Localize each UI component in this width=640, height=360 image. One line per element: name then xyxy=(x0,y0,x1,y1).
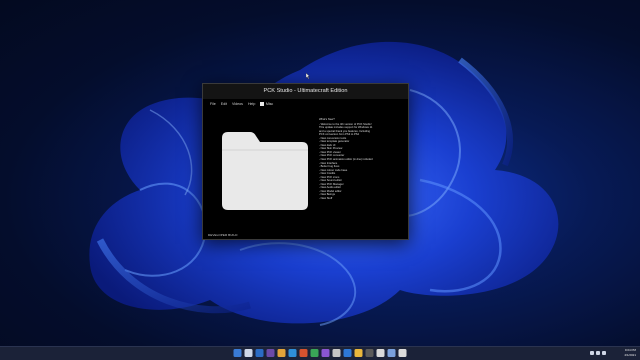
menu-help[interactable]: Help xyxy=(248,102,255,106)
changelog-panel: What's New? - Welcome to the 4th version… xyxy=(319,118,405,201)
taskbar-app-icon[interactable] xyxy=(255,349,264,357)
taskbar-app-icon[interactable] xyxy=(266,349,275,357)
clock[interactable]: 9:04 PM 4/1/2021 xyxy=(624,348,636,357)
menu-file[interactable]: File xyxy=(210,102,216,106)
mouse-cursor-icon xyxy=(306,73,310,79)
menu-bar: File Edit Videos Help Misc xyxy=(203,99,408,108)
misc-label: Misc xyxy=(265,101,274,106)
clock-date: 4/1/2021 xyxy=(624,352,636,357)
misc-toggle[interactable]: Misc xyxy=(260,101,274,106)
taskbar-app-icon[interactable] xyxy=(288,349,297,357)
taskbar-app-icon[interactable] xyxy=(310,349,319,357)
changelog-lines: - Welcome to the 4th version of PCK Stud… xyxy=(319,123,405,201)
pck-studio-window[interactable]: PCK Studio - Ultimatecraft Edition File … xyxy=(202,83,409,240)
system-tray-icons xyxy=(590,351,606,355)
changelog-heading: What's New? xyxy=(319,118,335,121)
taskbar-app-icon[interactable] xyxy=(321,349,330,357)
build-status-label: DEVELOPER BUILD xyxy=(208,233,238,237)
menu-edit[interactable]: Edit xyxy=(221,102,227,106)
taskbar-app-icon[interactable] xyxy=(398,349,407,357)
taskbar-app-icons xyxy=(233,349,407,357)
battery-icon[interactable] xyxy=(602,351,606,355)
changelog-line: - New Stuff xyxy=(319,197,333,201)
taskbar-app-icon[interactable] xyxy=(376,349,385,357)
volume-icon[interactable] xyxy=(596,351,600,355)
taskbar-app-icon[interactable] xyxy=(343,349,352,357)
taskbar-app-icon[interactable] xyxy=(387,349,396,357)
taskbar-app-icon[interactable] xyxy=(244,349,253,357)
window-titlebar[interactable]: PCK Studio - Ultimatecraft Edition xyxy=(203,84,408,99)
taskbar-app-icon[interactable] xyxy=(332,349,341,357)
misc-checkbox[interactable] xyxy=(260,101,265,106)
open-pck-folder-icon[interactable] xyxy=(218,128,312,212)
start-menu-icon[interactable] xyxy=(233,349,242,357)
network-icon[interactable] xyxy=(590,351,594,355)
taskbar: 9:04 PM 4/1/2021 xyxy=(0,346,640,360)
taskbar-app-icon[interactable] xyxy=(354,349,363,357)
taskbar-app-icon[interactable] xyxy=(277,349,286,357)
menu-videos[interactable]: Videos xyxy=(232,102,243,106)
window-title: PCK Studio - Ultimatecraft Edition xyxy=(263,88,348,94)
taskbar-app-icon[interactable] xyxy=(299,349,308,357)
clock-time: 9:04 PM xyxy=(624,348,636,352)
taskbar-app-icon[interactable] xyxy=(365,349,374,357)
